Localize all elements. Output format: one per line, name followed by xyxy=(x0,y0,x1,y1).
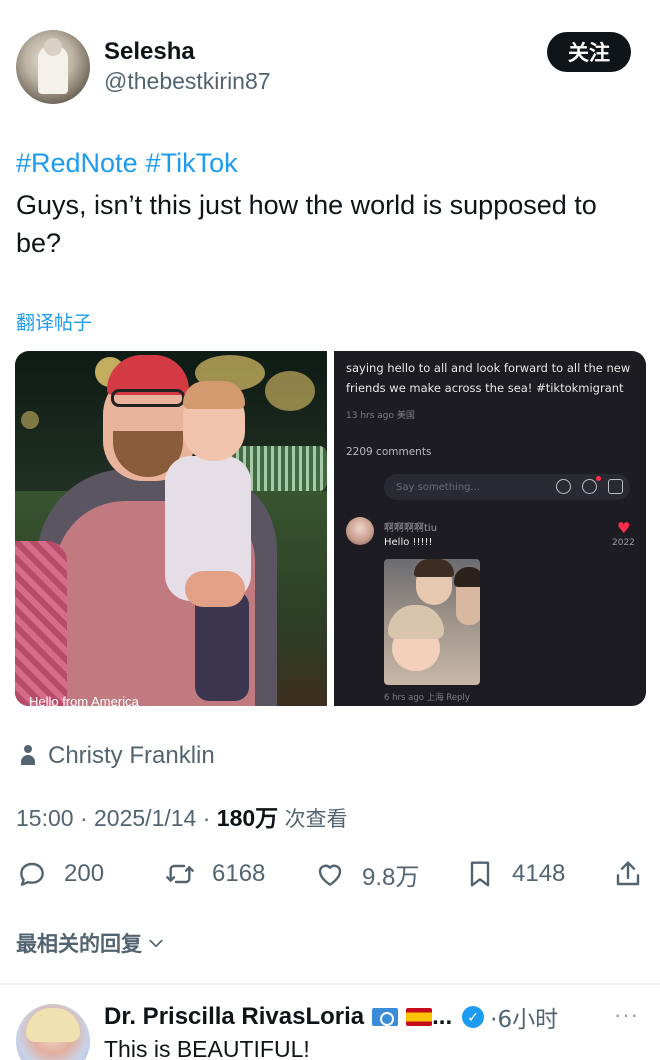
share-button[interactable] xyxy=(612,852,644,896)
screenshot-comment-text: Hello !!!!! xyxy=(384,537,433,548)
reply-text: This is BEAUTIFUL! xyxy=(104,1036,310,1060)
photo-bag xyxy=(15,541,67,706)
chevron-down-icon xyxy=(149,939,163,948)
screenshot-commenter-name: 啊啊啊啊tiu xyxy=(384,523,438,534)
reply-author-name[interactable]: Dr. Priscilla RivasLoria xyxy=(104,1003,364,1031)
screenshot-text-line1: saying hello to all and look forward to … xyxy=(346,361,631,375)
photo-credit: Christy Franklin xyxy=(20,742,215,770)
heart-outline-icon xyxy=(318,864,342,886)
photo-person-hair xyxy=(454,567,480,587)
screenshot-comment-count: 2209 comments xyxy=(346,446,432,458)
reply-time: ·6小时 xyxy=(490,1007,559,1033)
translate-post-link[interactable]: 翻译帖子 xyxy=(16,308,92,335)
post-date: 2025/1/14 xyxy=(94,805,197,831)
author-avatar[interactable] xyxy=(16,30,90,104)
notification-dot xyxy=(596,476,601,481)
emoji-icon xyxy=(582,479,597,494)
person-icon xyxy=(20,745,36,767)
reply-author-avatar[interactable] xyxy=(16,1004,90,1060)
post-meta: 15:00 · 2025/1/14 · 180万 次查看 xyxy=(16,805,348,831)
views-label: 次查看 xyxy=(284,807,348,831)
more-options-icon[interactable]: ··· xyxy=(614,1002,639,1028)
screenshot-time: 13 hrs ago 美国 xyxy=(346,411,415,421)
heart-icon: ♥ xyxy=(617,519,631,537)
reply-icon xyxy=(20,862,44,886)
photo-credit-name[interactable]: Christy Franklin xyxy=(48,742,215,770)
photo-man-glasses xyxy=(111,389,185,407)
replies-sort-label: 最相关的回复 xyxy=(16,932,142,956)
author-handle[interactable]: @thebestkirin87 xyxy=(104,68,271,95)
repost-icon xyxy=(166,864,194,884)
image-icon xyxy=(608,479,623,494)
post-time: 15:00 xyxy=(16,805,74,831)
like-count: 9.8万 xyxy=(362,863,420,891)
replies-sort-dropdown[interactable]: 最相关的回复 xyxy=(16,928,166,958)
screenshot-comment-meta: 6 hrs ago 上海 Reply xyxy=(384,693,470,703)
screenshot-input-placeholder: Say something... xyxy=(396,482,481,493)
hashtag-tiktok[interactable]: #TikTok xyxy=(146,148,238,178)
photo-baby-legs xyxy=(195,591,249,701)
photo-baby-hair xyxy=(183,381,245,409)
media-caption: Hello from America xyxy=(29,694,139,706)
at-icon xyxy=(556,479,571,494)
media-photo-left[interactable]: Hello from America xyxy=(15,351,327,706)
media-screenshot-right[interactable]: saying hello to all and look forward to … xyxy=(334,351,646,706)
reply-count: 200 xyxy=(64,860,105,887)
screenshot-text-line2: friends we make across the sea! #tiktokm… xyxy=(346,381,624,395)
reply-button[interactable]: 200 xyxy=(16,852,104,896)
bokeh-light xyxy=(21,411,39,429)
photo-baby-hat xyxy=(388,605,444,639)
post-text: Guys, isn’t this just how the world is s… xyxy=(16,190,597,258)
view-count: 180万 xyxy=(216,805,279,831)
hashtag-rednote[interactable]: #RedNote xyxy=(16,148,138,178)
bookmark-count: 4148 xyxy=(512,860,566,887)
screenshot-comment-likes: 2022 xyxy=(612,538,635,548)
reply-header: Dr. Priscilla RivasLoria ... ✓ ·6小时 xyxy=(104,1000,558,1034)
repost-count: 6168 xyxy=(212,860,266,887)
spain-flag-icon xyxy=(406,1008,433,1026)
screenshot-comment-photo xyxy=(384,559,480,685)
post-media: Hello from America saying hello to all a… xyxy=(15,351,646,706)
un-flag-icon xyxy=(372,1008,399,1026)
avatar-figure-head xyxy=(44,38,62,56)
photo-man-hand xyxy=(185,571,245,607)
verified-badge-icon: ✓ xyxy=(462,1006,485,1028)
divider xyxy=(0,983,660,985)
photo-person-hair xyxy=(414,559,454,577)
action-bar: 200 6168 9.8万 4148 xyxy=(0,852,660,896)
author-name[interactable]: Selesha xyxy=(104,38,195,66)
bokeh-light xyxy=(265,371,315,411)
like-button[interactable]: 9.8万 xyxy=(314,852,419,896)
screenshot-commenter-avatar xyxy=(346,517,374,545)
reply-name-ellipsis: ... xyxy=(432,1003,453,1030)
follow-button[interactable]: 关注 xyxy=(547,32,631,72)
post-hashtags: #RedNote #TikTok xyxy=(16,148,246,179)
repost-button[interactable]: 6168 xyxy=(164,852,265,896)
share-icon xyxy=(616,861,640,886)
bookmark-icon xyxy=(470,861,490,887)
post-header: Selesha @thebestkirin87 关注 xyxy=(0,0,660,120)
bookmark-button[interactable]: 4148 xyxy=(464,852,565,896)
